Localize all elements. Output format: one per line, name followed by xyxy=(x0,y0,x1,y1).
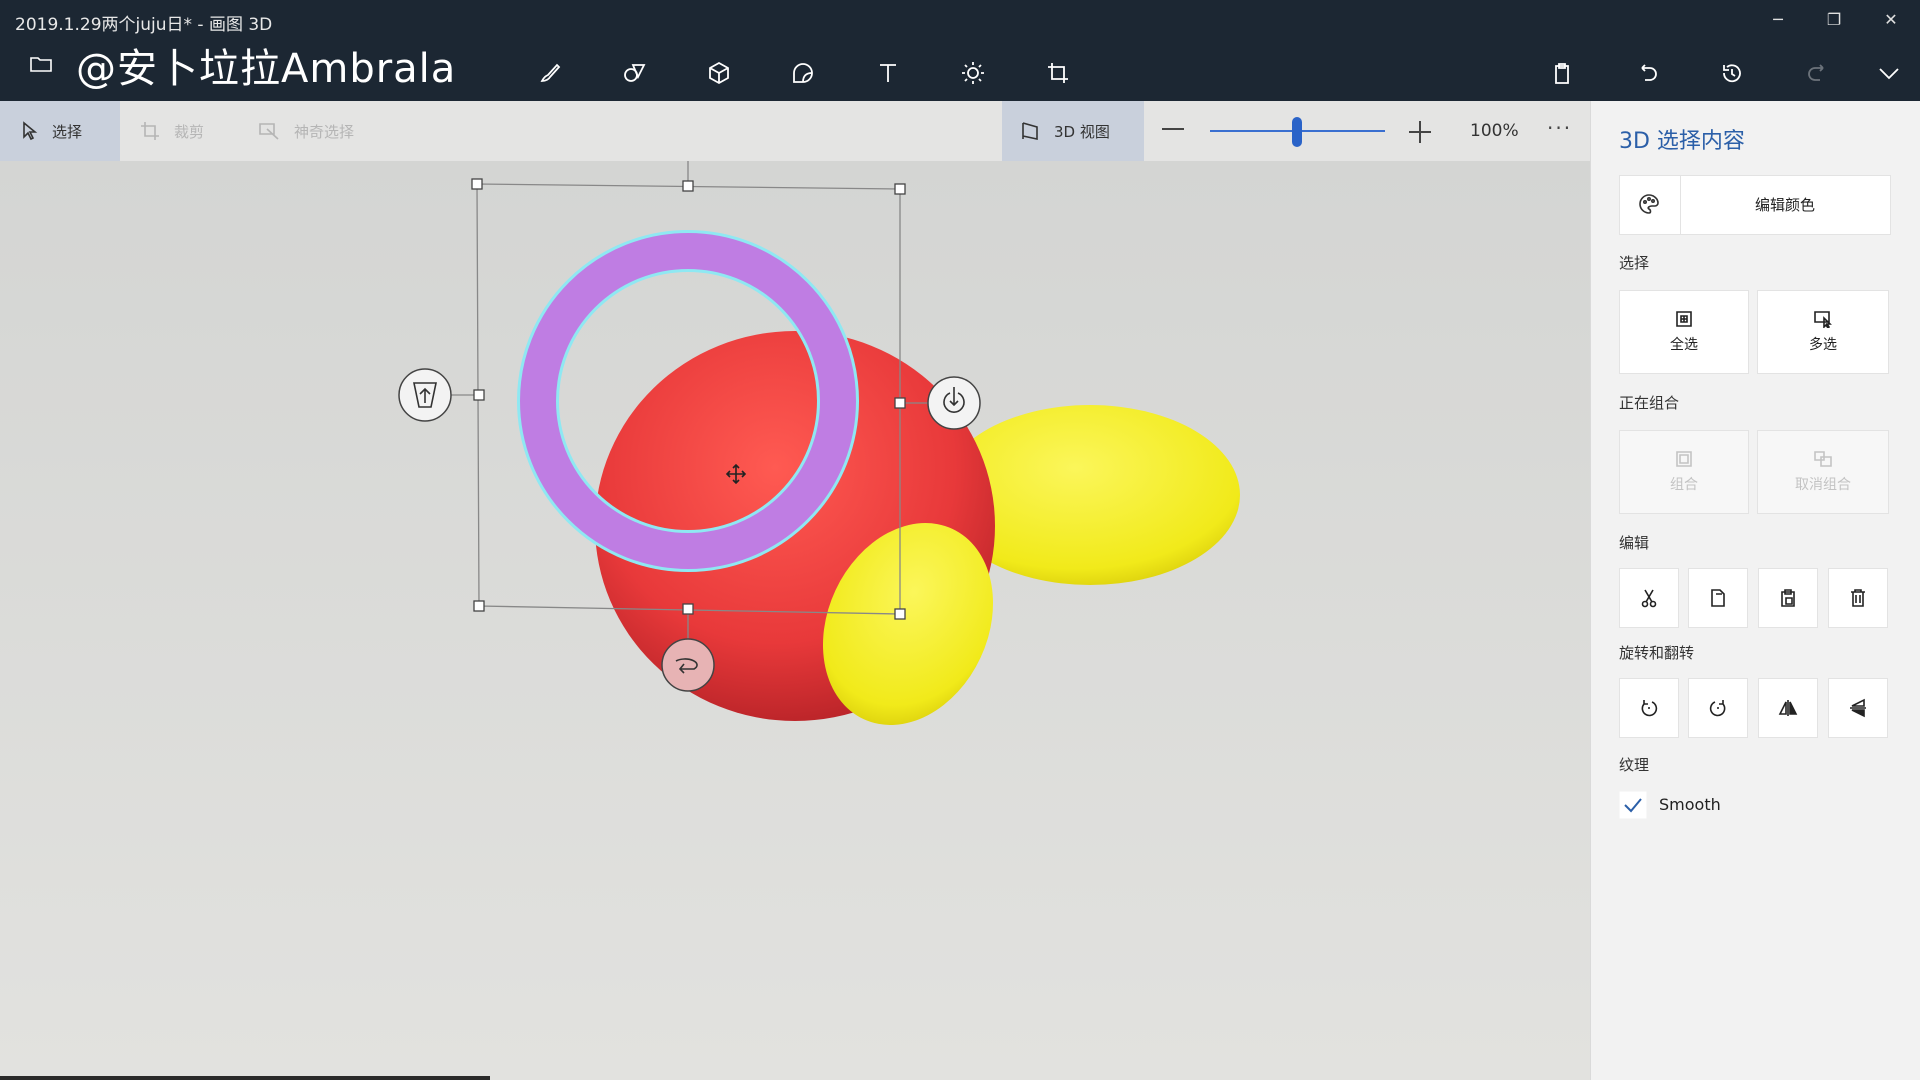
trash-icon xyxy=(1851,589,1865,607)
delete-button[interactable] xyxy=(1828,568,1888,628)
rotate-left-icon xyxy=(1641,700,1658,717)
select-all-icon xyxy=(1676,311,1692,327)
3d-shapes-icon[interactable] xyxy=(697,56,741,90)
zoom-out-button[interactable] xyxy=(1162,128,1184,130)
rotate-right-icon xyxy=(1709,700,1726,717)
select-button[interactable]: 选择 xyxy=(22,101,82,161)
magic-select-label: 神奇选择 xyxy=(294,122,355,141)
3d-view-button[interactable]: 3D 视图 xyxy=(1002,101,1144,161)
ungroup-button[interactable]: 取消组合 xyxy=(1757,430,1889,514)
group-button[interactable]: 组合 xyxy=(1619,430,1749,514)
select-all-label: 全选 xyxy=(1670,337,1698,353)
brand-watermark: @安卜垃拉Ambrala xyxy=(76,46,457,92)
multi-select-label: 多选 xyxy=(1809,337,1837,353)
minimize-button[interactable]: ─ xyxy=(1758,6,1798,34)
effects-icon[interactable] xyxy=(951,56,995,90)
rotate-flip-section-label: 旋转和翻转 xyxy=(1619,644,1695,662)
copy-icon xyxy=(1711,589,1725,607)
paste-button[interactable] xyxy=(1758,568,1818,628)
stickers-icon[interactable] xyxy=(781,56,825,90)
expand-chevron-icon[interactable] xyxy=(1867,56,1911,90)
flip-vertical-button[interactable] xyxy=(1828,678,1888,738)
group-section-label: 正在组合 xyxy=(1619,394,1680,412)
flip-vertical-icon xyxy=(1850,698,1866,718)
bottom-edge-line xyxy=(0,1076,490,1080)
panel-title: 3D 选择内容 xyxy=(1619,129,1745,154)
texture-section-label: 纹理 xyxy=(1619,756,1650,774)
3d-scene[interactable] xyxy=(0,161,1590,1080)
multi-select-button[interactable]: 多选 xyxy=(1757,290,1889,374)
history-icon[interactable] xyxy=(1710,56,1754,90)
multi-select-icon xyxy=(1814,311,1832,328)
app-header: 2019.1.29两个juju日* - 画图 3D ─ ❐ ✕ @安卜垃拉Amb… xyxy=(0,0,1920,101)
crop-label: 裁剪 xyxy=(174,122,205,141)
menu-folder-icon[interactable] xyxy=(30,56,52,72)
more-options-button[interactable]: ··· xyxy=(1547,116,1572,140)
2d-shapes-icon[interactable] xyxy=(612,56,656,90)
palette-icon xyxy=(1639,194,1659,214)
brushes-icon[interactable] xyxy=(527,56,571,90)
undo-icon[interactable] xyxy=(1625,56,1669,90)
rotate-right-button[interactable] xyxy=(1688,678,1748,738)
redo-icon[interactable] xyxy=(1796,56,1840,90)
scissors-icon xyxy=(1641,589,1657,608)
copy-button[interactable] xyxy=(1688,568,1748,628)
3d-view-label: 3D 视图 xyxy=(1054,122,1110,141)
text-icon[interactable] xyxy=(866,56,910,90)
magic-select-button[interactable]: 神奇选择 xyxy=(258,101,354,161)
select-label: 选择 xyxy=(52,122,83,141)
rotate-y-handle-icon[interactable] xyxy=(927,376,981,430)
properties-panel: 3D 选择内容 编辑颜色 选择 全选 多选 正在组合 组合 取消组合 编辑 旋转… xyxy=(1590,101,1920,1080)
canvas-icon[interactable] xyxy=(1036,56,1080,90)
edit-section-label: 编辑 xyxy=(1619,534,1650,552)
crop-icon xyxy=(141,122,159,140)
smooth-label: Smooth xyxy=(1659,795,1721,814)
z-depth-handle-icon[interactable] xyxy=(398,368,452,422)
select-section-label: 选择 xyxy=(1619,254,1650,272)
paste-icon[interactable] xyxy=(1540,56,1584,90)
edit-color-label: 编辑颜色 xyxy=(1754,196,1815,214)
cursor-arrow-icon xyxy=(23,121,38,141)
cut-button[interactable] xyxy=(1619,568,1679,628)
ungroup-icon xyxy=(1814,451,1832,467)
crop-button[interactable]: 裁剪 xyxy=(140,101,204,161)
3d-view-icon xyxy=(1022,122,1038,140)
close-button[interactable]: ✕ xyxy=(1871,6,1911,34)
window-title: 2019.1.29两个juju日* - 画图 3D xyxy=(15,15,273,35)
paste-icon-panel xyxy=(1781,589,1795,607)
ungroup-label: 取消组合 xyxy=(1795,477,1851,493)
palette-icon-box xyxy=(1620,176,1681,234)
rotate-x-handle-icon[interactable] xyxy=(661,638,715,692)
flip-horizontal-button[interactable] xyxy=(1758,678,1818,738)
magic-select-icon xyxy=(259,123,279,140)
zoom-level: 100% xyxy=(1470,121,1519,141)
flip-horizontal-icon xyxy=(1778,700,1798,716)
zoom-slider-thumb[interactable] xyxy=(1292,117,1302,147)
group-label: 组合 xyxy=(1670,477,1698,493)
maximize-button[interactable]: ❐ xyxy=(1814,6,1854,34)
smooth-checkbox[interactable] xyxy=(1619,791,1647,819)
zoom-in-button-vertical[interactable] xyxy=(1419,121,1421,143)
rotate-left-button[interactable] xyxy=(1619,678,1679,738)
select-all-button[interactable]: 全选 xyxy=(1619,290,1749,374)
group-icon xyxy=(1676,451,1692,467)
canvas-area[interactable] xyxy=(0,161,1590,1080)
edit-color-button[interactable]: 编辑颜色 xyxy=(1619,175,1891,235)
